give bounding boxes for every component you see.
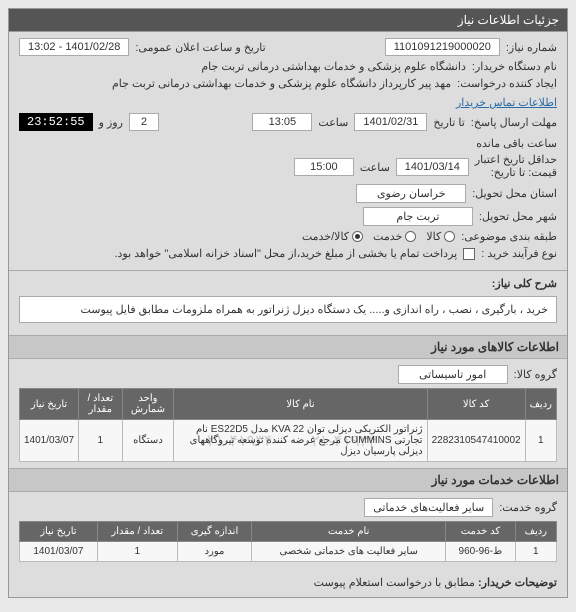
day-label: روز و xyxy=(99,116,123,129)
goods-row: 1 2282310547410002 ژنراتور الكتريكی ديزل… xyxy=(20,420,557,462)
deadline-time: 13:05 xyxy=(252,113,312,131)
row-process: نوع فرآیند خرید : پرداخت تمام یا بخشی از… xyxy=(19,247,557,260)
radio-dot-icon xyxy=(405,231,416,242)
row-province: استان محل تحویل: خراسان رضوی xyxy=(19,184,557,203)
goods-body: گروه کالا: امور تاسیساتی ردیف کد کالا نا… xyxy=(9,359,567,468)
goods-group-label: گروه کالا: xyxy=(514,368,557,381)
process-checkbox[interactable] xyxy=(463,248,475,260)
col-name: نام کالا xyxy=(174,389,427,420)
col-row: ردیف xyxy=(525,389,556,420)
goods-name-cell: ژنراتور الكتريكی ديزلی توان KVA 22 مدل E… xyxy=(174,420,427,462)
panel-title: جزئیات اطلاعات نیاز xyxy=(9,9,567,32)
row-creator: ایجاد کننده درخواست: مهد پیر کارپرداز دا… xyxy=(19,77,557,109)
validity-time: 15:00 xyxy=(294,158,354,176)
summary-block: شرح کلی نیاز: خرید ، بارگیری ، نصب ، راه… xyxy=(9,270,567,335)
goods-section-title: اطلاعات كالاهای مورد نياز xyxy=(9,335,567,359)
scol-row: ردیف xyxy=(515,522,556,542)
deadline-date-label: تا تاریخ xyxy=(433,116,464,129)
goods-row-no: 1 xyxy=(525,420,556,462)
radio-both-label: کالا/خدمت xyxy=(302,230,349,243)
deadline-date: 1401/02/31 xyxy=(354,113,427,131)
process-label: نوع فرآیند خرید : xyxy=(481,247,557,260)
row-city: شهر محل تحویل: تربت جام xyxy=(19,207,557,226)
radio-goods-label: کالا xyxy=(426,230,441,243)
remaining-label: ساعت باقی مانده xyxy=(476,137,557,150)
scol-qty: تعداد / مقدار xyxy=(97,522,177,542)
row-classify: طبقه بندی موضوعی: کالا خدمت کالا/خدمت xyxy=(19,230,557,243)
goods-group-value: امور تاسیساتی xyxy=(398,365,508,384)
announce-value: 1401/02/28 - 13:02 xyxy=(19,38,129,56)
radio-both[interactable]: کالا/خدمت xyxy=(302,230,363,243)
services-section-title: اطلاعات خدمات مورد نیاز xyxy=(9,468,567,492)
contact-link[interactable]: اطلاعات تماس خریدار xyxy=(456,96,557,109)
deadline-label: مهلت ارسال پاسخ: xyxy=(471,116,557,129)
radio-goods[interactable]: کالا xyxy=(426,230,455,243)
goods-header-row: ردیف کد کالا نام کالا واحد شمارش تعداد /… xyxy=(20,389,557,420)
goods-unit: دستگاه xyxy=(122,420,174,462)
need-no-label: شماره نیاز: xyxy=(506,41,557,54)
buyer-desc-text: مطابق با درخواست استعلام پیوست xyxy=(314,577,475,589)
row-buyer: نام دستگاه خریدار: دانشگاه علوم پزشکی و … xyxy=(19,60,557,73)
buyer-label: نام دستگاه خریدار: xyxy=(472,60,557,73)
summary-text: خرید ، بارگیری ، نصب ، راه اندازی و.....… xyxy=(19,296,557,323)
province-value: خراسان رضوی xyxy=(356,184,466,203)
radio-dot-icon xyxy=(444,231,455,242)
city-label: شهر محل تحویل: xyxy=(479,210,557,223)
srv-qty: 1 xyxy=(97,542,177,562)
col-code: کد کالا xyxy=(427,389,525,420)
radio-service[interactable]: خدمت xyxy=(373,230,416,243)
row-deadline: مهلت ارسال پاسخ: تا تاریخ 1401/02/31 ساع… xyxy=(19,113,557,150)
announce-label: تاریخ و ساعت اعلان عمومی: xyxy=(135,41,265,54)
services-group-value: سایر فعالیت‌های خدماتی xyxy=(364,498,493,517)
days-remaining: 2 xyxy=(129,113,159,131)
col-qty: تعداد / مقدار xyxy=(79,389,122,420)
goods-qty: 1 xyxy=(79,420,122,462)
process-note: پرداخت تمام یا بخشی از مبلغ خرید،از محل … xyxy=(114,247,457,260)
classify-label: طبقه بندی موضوعی: xyxy=(461,230,557,243)
scol-date: تاریخ نیاز xyxy=(20,522,98,542)
panel-body: شماره نیاز: 1101091219000020 تاریخ و ساع… xyxy=(9,32,567,270)
srv-code: ط-96-960 xyxy=(446,542,515,562)
validity-date: 1401/03/14 xyxy=(396,158,469,176)
goods-code: 2282310547410002 xyxy=(427,420,525,462)
validity-label: حداقل تاریخ اعتبار xyxy=(475,154,557,167)
srv-row-no: 1 xyxy=(515,542,556,562)
services-group-label: گروه خدمت: xyxy=(499,501,557,514)
goods-name: ژنراتور الكتريكی ديزلی توان KVA 22 مدل E… xyxy=(190,424,423,457)
srv-name: سایر فعالیت های خدماتی شخصی xyxy=(252,542,446,562)
details-panel: جزئیات اطلاعات نیاز شماره نیاز: 11010912… xyxy=(8,8,568,598)
province-label: استان محل تحویل: xyxy=(472,187,557,200)
radio-service-label: خدمت xyxy=(373,230,402,243)
col-unit: واحد شمارش xyxy=(122,389,174,420)
row-need-number: شماره نیاز: 1101091219000020 تاریخ و ساع… xyxy=(19,38,557,56)
time-label-2: ساعت xyxy=(360,161,390,174)
buyer-value: دانشگاه علوم پزشکی و خدمات بهداشتی درمان… xyxy=(201,60,466,73)
time-label-1: ساعت xyxy=(318,116,348,129)
creator-value: مهد پیر کارپرداز دانشگاه علوم پزشکی و خد… xyxy=(112,77,451,90)
goods-date: 1401/03/07 xyxy=(20,420,79,462)
goods-table: ردیف کد کالا نام کالا واحد شمارش تعداد /… xyxy=(19,388,557,462)
services-row: 1 ط-96-960 سایر فعالیت های خدماتی شخصی م… xyxy=(20,542,557,562)
need-no-value: 1101091219000020 xyxy=(385,38,500,56)
city-value: تربت جام xyxy=(363,207,473,226)
creator-label: ایجاد کننده درخواست: xyxy=(457,77,557,90)
classify-radios: کالا خدمت کالا/خدمت xyxy=(302,230,455,243)
validity-sub: قیمت: تا تاریخ: xyxy=(475,167,557,180)
col-date: تاریخ نیاز xyxy=(20,389,79,420)
services-table: ردیف کد خدمت نام خدمت اندازه گیری تعداد … xyxy=(19,521,557,562)
scol-name: نام خدمت xyxy=(252,522,446,542)
radio-dot-checked-icon xyxy=(352,231,363,242)
countdown-timer: 23:52:55 xyxy=(19,113,93,131)
srv-unit: مورد xyxy=(177,542,251,562)
services-group-row: گروه خدمت: سایر فعالیت‌های خدماتی xyxy=(19,498,557,517)
scol-code: کد خدمت xyxy=(446,522,515,542)
goods-group-row: گروه کالا: امور تاسیساتی xyxy=(19,365,557,384)
footer-note: توضیحات خریدار: مطابق با درخواست استعلام… xyxy=(9,568,567,597)
row-validity: حداقل تاریخ اعتبار قیمت: تا تاریخ: 1401/… xyxy=(19,154,557,180)
services-header-row: ردیف کد خدمت نام خدمت اندازه گیری تعداد … xyxy=(20,522,557,542)
summary-label: شرح کلی نیاز: xyxy=(19,277,557,290)
buyer-desc-label: توضیحات خریدار: xyxy=(478,577,557,589)
scol-unit: اندازه گیری xyxy=(177,522,251,542)
srv-date: 1401/03/07 xyxy=(20,542,98,562)
